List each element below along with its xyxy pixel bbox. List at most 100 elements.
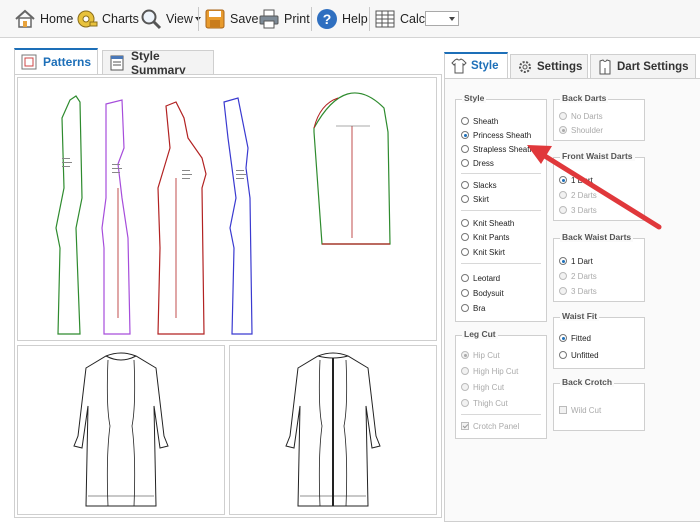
charts-label: Charts — [102, 12, 139, 26]
divider — [461, 173, 541, 174]
option-label: Wild Cut — [571, 405, 602, 415]
radio-button[interactable] — [461, 289, 469, 297]
radio-button[interactable] — [461, 304, 469, 312]
patterns-content — [14, 74, 442, 518]
tab-settings[interactable]: Settings — [510, 54, 588, 78]
radio-button[interactable] — [461, 145, 469, 153]
option-label: 1 Dart — [571, 256, 593, 266]
option-label: Knit Pants — [473, 232, 510, 242]
waist-fit-option-unfitted[interactable]: Unfitted — [559, 349, 599, 361]
radio-button — [559, 112, 567, 120]
pattern-text-marks — [62, 158, 246, 179]
back-waist-darts-option-2: 2 Darts — [559, 270, 597, 282]
radio-button — [461, 399, 469, 407]
home-icon — [14, 8, 36, 30]
radio-button — [461, 383, 469, 391]
radio-button[interactable] — [559, 176, 567, 184]
radio-button[interactable] — [461, 219, 469, 227]
option-label: Leotard — [473, 273, 501, 283]
radio-button[interactable] — [461, 195, 469, 203]
style-option-strapless-sheath[interactable]: Strapless Sheath — [461, 143, 534, 155]
home-button[interactable]: Home — [14, 6, 73, 32]
save-label: Save — [230, 12, 259, 26]
tab-label: Style Summary — [131, 48, 186, 77]
style-option-bodysuit[interactable]: Bodysuit — [461, 287, 504, 299]
style-option-knit-sheath[interactable]: Knit Sheath — [461, 217, 514, 229]
tab-patterns[interactable]: Patterns — [14, 48, 98, 74]
divider — [461, 210, 541, 211]
radio-button[interactable] — [461, 274, 469, 282]
style-option-sheath[interactable]: Sheath — [461, 115, 498, 127]
calc-control: Calc: — [374, 6, 428, 32]
style-option-princess-sheath[interactable]: Princess Sheath — [461, 129, 531, 141]
style-group: Style Sheath Princess Sheath Strapless S… — [455, 93, 547, 322]
option-label: High Hip Cut — [473, 366, 519, 376]
crotch-panel-checkbox: Crotch Panel — [461, 420, 519, 432]
pattern-pieces-drawing — [55, 92, 391, 335]
radio-button[interactable] — [461, 131, 469, 139]
radio-button[interactable] — [461, 248, 469, 256]
style-option-leotard[interactable]: Leotard — [461, 272, 500, 284]
divider — [461, 414, 541, 415]
magnifier-icon — [140, 8, 162, 30]
style-tab-content: Style Sheath Princess Sheath Strapless S… — [444, 78, 700, 522]
style-option-knit-pants[interactable]: Knit Pants — [461, 231, 509, 243]
radio-button[interactable] — [559, 334, 567, 342]
style-option-skirt[interactable]: Skirt — [461, 193, 489, 205]
print-label: Print — [284, 12, 310, 26]
chevron-down-icon — [449, 17, 455, 21]
back-waist-darts-option-3: 3 Darts — [559, 285, 597, 297]
back-darts-group: Back Darts No Darts Shoulder — [553, 93, 645, 141]
right-panel: Style Settings Dart Settings Style Sheat… — [444, 52, 700, 522]
radio-button[interactable] — [461, 181, 469, 189]
option-label: Slacks — [473, 180, 497, 190]
printer-icon — [258, 8, 280, 30]
view-menu-button[interactable]: View — [140, 6, 201, 32]
back-view-sketch — [229, 345, 437, 515]
pattern-pieces-view — [17, 77, 437, 341]
radio-button[interactable] — [461, 159, 469, 167]
tab-style-summary[interactable]: Style Summary — [102, 48, 214, 77]
back-waist-darts-option-1[interactable]: 1 Dart — [559, 255, 593, 267]
option-label: Bodysuit — [473, 288, 504, 298]
pattern-piece-blue — [223, 97, 253, 335]
option-label: Hip Cut — [473, 350, 500, 360]
style-option-knit-skirt[interactable]: Knit Skirt — [461, 246, 505, 258]
radio-button[interactable] — [559, 257, 567, 265]
option-label: Skirt — [473, 194, 489, 204]
checkbox — [559, 406, 567, 414]
help-button[interactable]: ? Help — [316, 6, 368, 32]
style-option-slacks[interactable]: Slacks — [461, 179, 497, 191]
patterns-icon — [21, 54, 37, 70]
dress-front-drawing — [73, 352, 169, 507]
tab-dart-settings[interactable]: Dart Settings — [590, 54, 696, 78]
toolbar-separator — [198, 7, 199, 31]
leg-cut-group: Leg Cut Hip Cut High Hip Cut High Cut Th… — [455, 329, 547, 439]
left-panel: Patterns Style Summary — [10, 46, 442, 518]
leg-cut-option-high-cut: High Cut — [461, 381, 504, 393]
group-legend: Front Waist Darts — [560, 151, 635, 161]
style-option-bra[interactable]: Bra — [461, 302, 485, 314]
option-label: Bra — [473, 303, 486, 313]
front-waist-darts-option-1[interactable]: 1 Dart — [559, 174, 593, 186]
back-crotch-group: Back Crotch Wild Cut — [553, 377, 645, 431]
radio-button — [559, 206, 567, 214]
tab-style[interactable]: Style — [444, 52, 508, 78]
radio-button[interactable] — [461, 233, 469, 241]
waist-fit-option-fitted[interactable]: Fitted — [559, 332, 591, 344]
calc-select[interactable] — [425, 11, 459, 26]
radio-button[interactable] — [559, 351, 567, 359]
option-label: No Darts — [571, 111, 603, 121]
option-label: Strapless Sheath — [473, 144, 534, 154]
print-button[interactable]: Print — [258, 6, 310, 32]
option-label: Thigh Cut — [473, 398, 508, 408]
radio-button[interactable] — [461, 117, 469, 125]
back-waist-darts-group: Back Waist Darts 1 Dart 2 Darts 3 Darts — [553, 232, 645, 302]
style-option-dress[interactable]: Dress — [461, 157, 494, 169]
pattern-piece-purple — [101, 99, 131, 335]
wild-cut-checkbox: Wild Cut — [559, 404, 601, 416]
option-label: High Cut — [473, 382, 505, 392]
save-button[interactable]: Save — [204, 6, 259, 32]
charts-button[interactable]: Charts — [76, 6, 139, 32]
group-legend: Back Crotch — [560, 377, 615, 387]
